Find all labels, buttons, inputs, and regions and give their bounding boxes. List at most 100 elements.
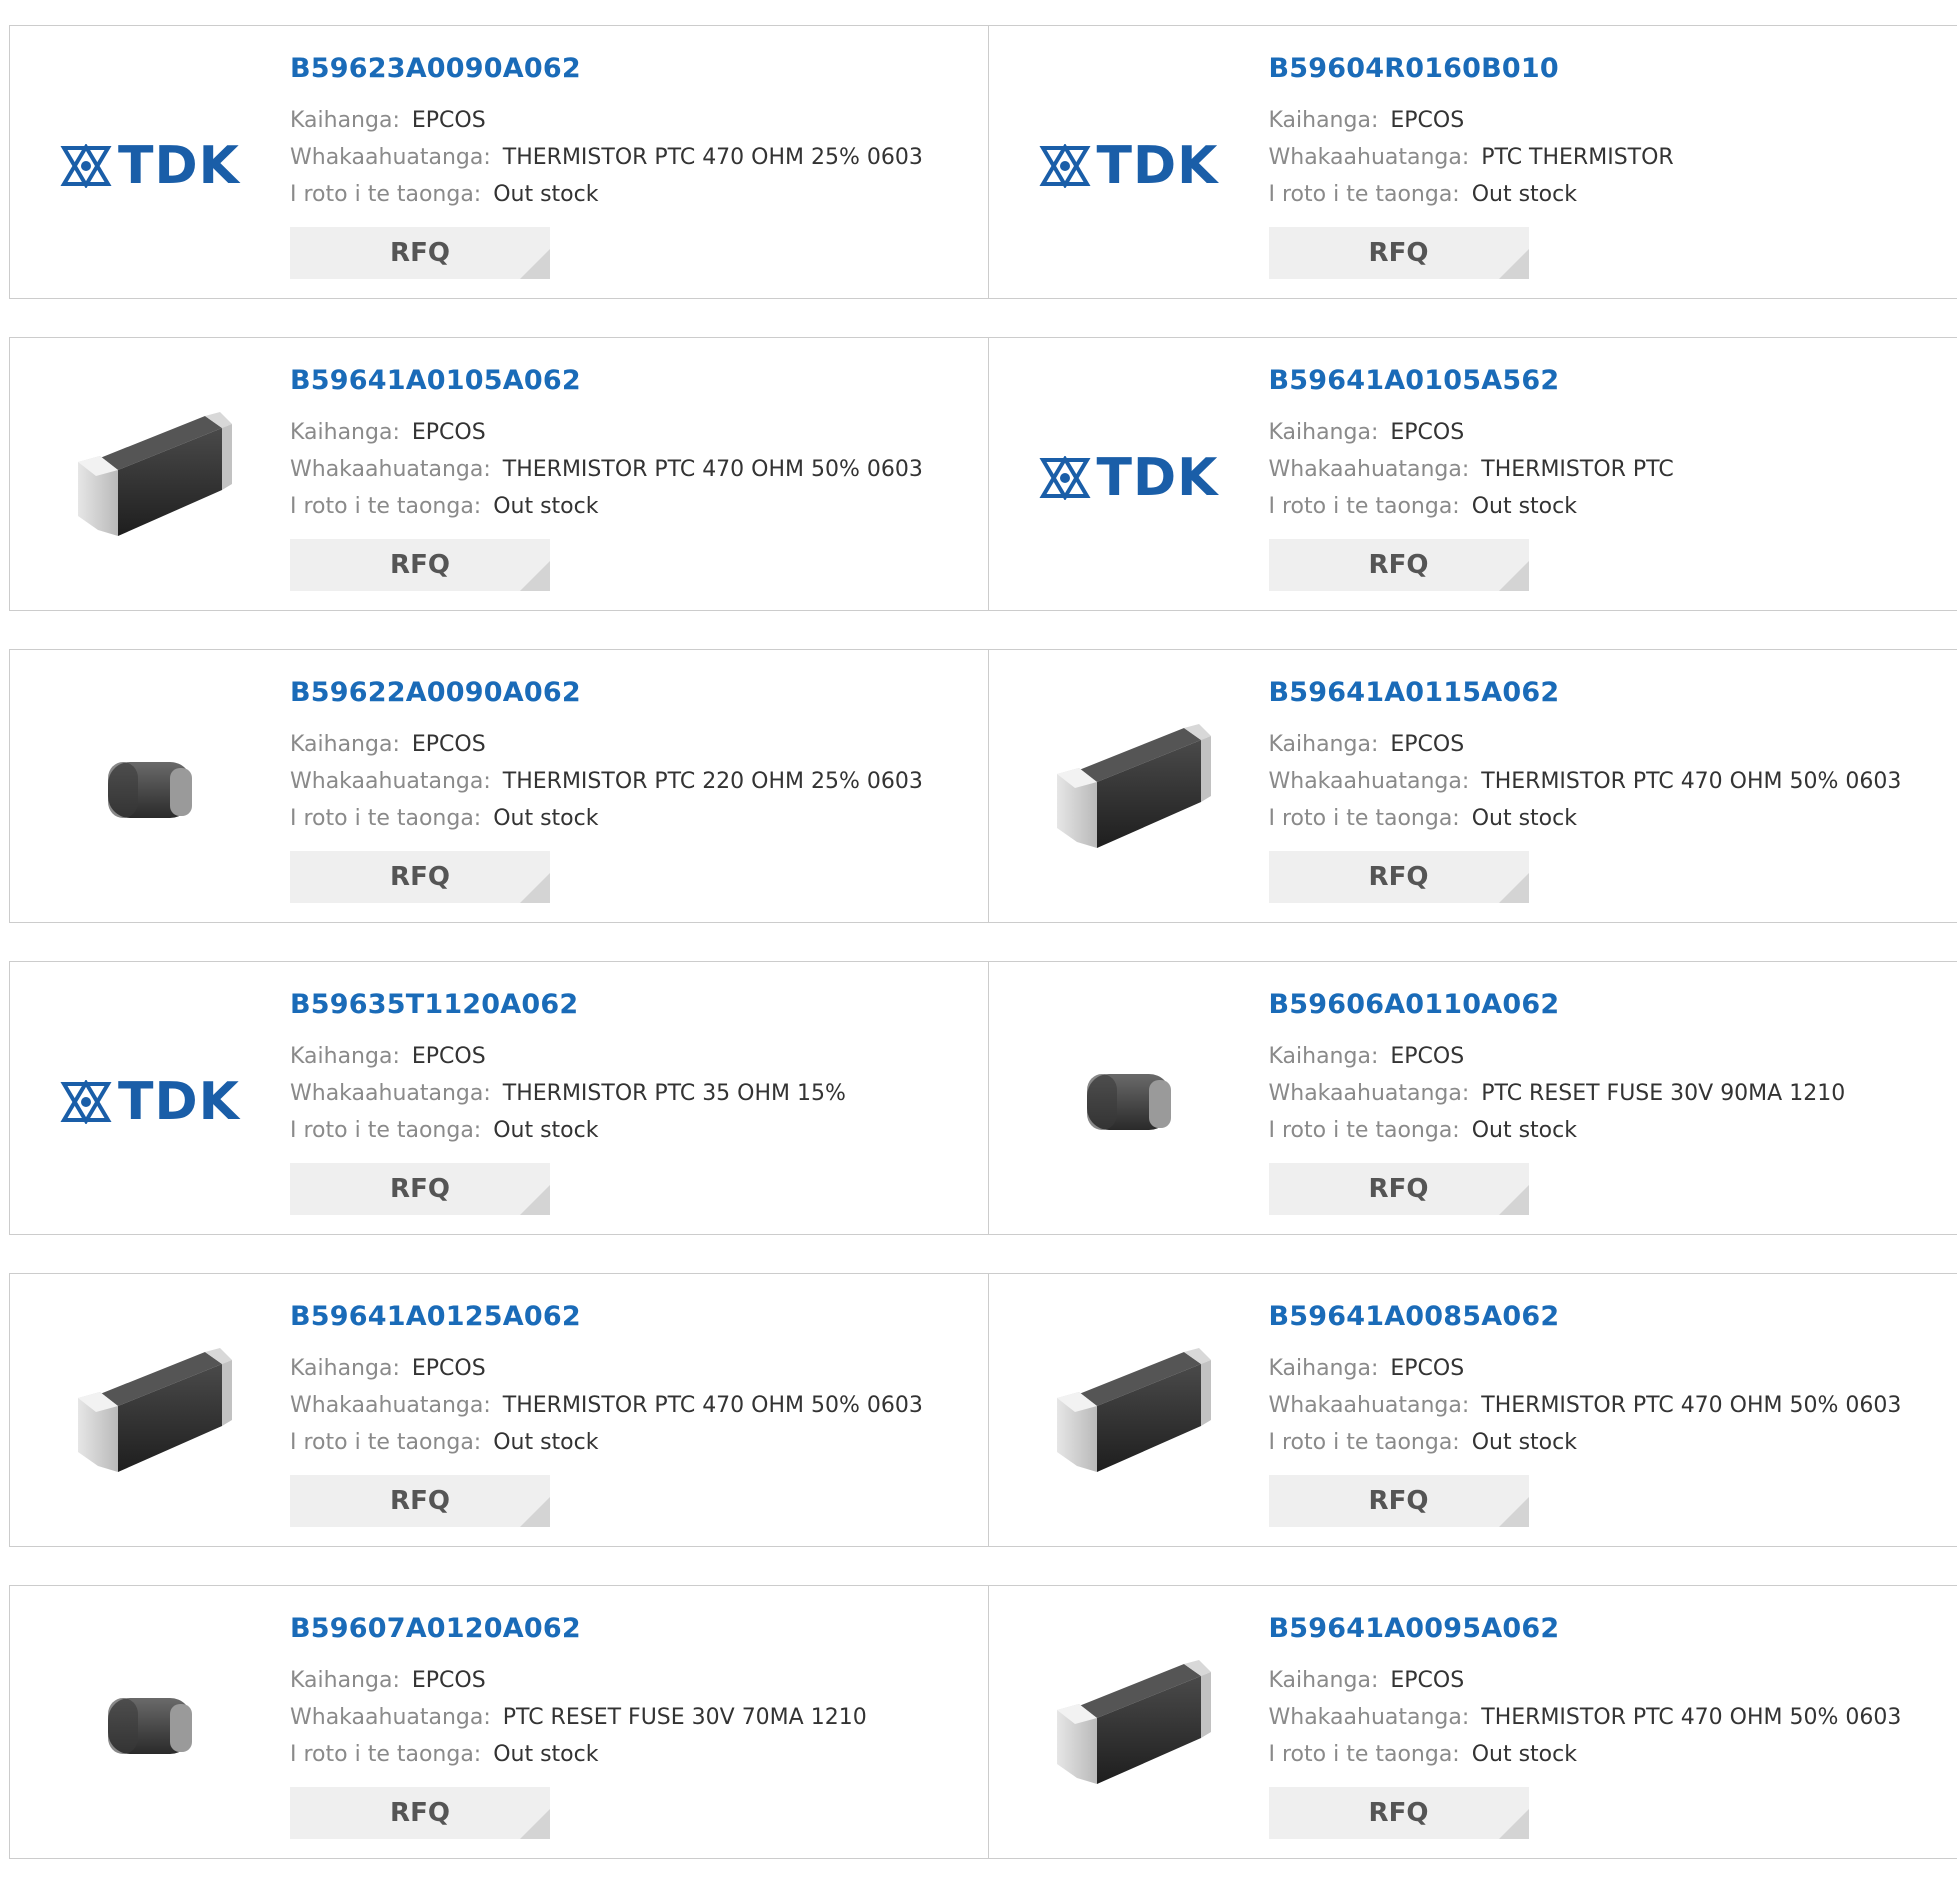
manufacturer-label: Kaihanga:: [1269, 732, 1379, 757]
product-card: B59606A0110A062 Kaihanga:EPCOS Whakaahua…: [989, 962, 1957, 1234]
rfq-button[interactable]: RFQ: [1269, 539, 1529, 591]
rfq-button[interactable]: RFQ: [1269, 1787, 1529, 1839]
stock-label: I roto i te taonga:: [1269, 1742, 1460, 1767]
product-image[interactable]: TDK: [1029, 66, 1229, 266]
rfq-label: RFQ: [390, 1486, 450, 1516]
rfq-button[interactable]: RFQ: [1269, 1163, 1529, 1215]
manufacturer-value: EPCOS: [1390, 732, 1464, 757]
tdk-logo: TDK: [1039, 448, 1219, 508]
stock-label: I roto i te taonga:: [1269, 1430, 1460, 1455]
button-corner-decoration: [520, 873, 550, 903]
product-image[interactable]: TDK: [1029, 378, 1229, 578]
button-corner-decoration: [1499, 873, 1529, 903]
tdk-triangle-icon: [1039, 456, 1091, 500]
product-image[interactable]: [1029, 1626, 1229, 1826]
button-corner-decoration: [520, 1497, 550, 1527]
part-number-link[interactable]: B59641A0115A062: [1269, 678, 1902, 708]
product-card: B59641A0095A062 Kaihanga:EPCOS Whakaahua…: [989, 1586, 1957, 1858]
product-row: B59641A0125A062 Kaihanga:EPCOS Whakaahua…: [9, 1273, 1957, 1547]
stock-label: I roto i te taonga:: [1269, 1118, 1460, 1143]
stock-label: I roto i te taonga:: [1269, 182, 1460, 207]
part-number-link[interactable]: B59641A0085A062: [1269, 1302, 1902, 1332]
product-image[interactable]: TDK: [50, 1002, 250, 1202]
part-number-link[interactable]: B59641A0125A062: [290, 1302, 923, 1332]
smd-chip-long-image: [1039, 1646, 1219, 1806]
product-info: B59641A0085A062 Kaihanga:EPCOS Whakaahua…: [1269, 1302, 1902, 1527]
description-value: THERMISTOR PTC 470 OHM 50% 0603: [503, 457, 923, 482]
rfq-button[interactable]: RFQ: [290, 539, 550, 591]
description-value: THERMISTOR PTC 220 OHM 25% 0603: [503, 769, 923, 794]
part-number-link[interactable]: B59606A0110A062: [1269, 990, 1846, 1020]
rfq-button[interactable]: RFQ: [1269, 227, 1529, 279]
manufacturer-line: Kaihanga:EPCOS: [1269, 1350, 1902, 1387]
manufacturer-line: Kaihanga:EPCOS: [1269, 1038, 1846, 1075]
description-label: Whakaahuatanga:: [290, 457, 491, 482]
product-image[interactable]: [1029, 690, 1229, 890]
product-image[interactable]: [1029, 1002, 1229, 1202]
part-number-link[interactable]: B59641A0105A062: [290, 366, 923, 396]
product-info: B59622A0090A062 Kaihanga:EPCOS Whakaahua…: [290, 678, 923, 903]
part-number-link[interactable]: B59641A0095A062: [1269, 1614, 1902, 1644]
product-image[interactable]: TDK: [50, 66, 250, 266]
description-line: Whakaahuatanga:PTC RESET FUSE 30V 90MA 1…: [1269, 1075, 1846, 1112]
rfq-button[interactable]: RFQ: [1269, 851, 1529, 903]
stock-label: I roto i te taonga:: [290, 1118, 481, 1143]
stock-value: Out stock: [493, 806, 598, 831]
manufacturer-value: EPCOS: [1390, 108, 1464, 133]
stock-value: Out stock: [1472, 182, 1577, 207]
rfq-button[interactable]: RFQ: [290, 227, 550, 279]
stock-line: I roto i te taonga:Out stock: [290, 176, 923, 213]
product-info: B59607A0120A062 Kaihanga:EPCOS Whakaahua…: [290, 1614, 867, 1839]
product-card: B59641A0085A062 Kaihanga:EPCOS Whakaahua…: [989, 1274, 1957, 1546]
product-row: TDK B59635T1120A062 Kaihanga:EPCOS Whaka…: [9, 961, 1957, 1235]
description-value: THERMISTOR PTC 470 OHM 50% 0603: [1481, 1705, 1901, 1730]
rfq-button[interactable]: RFQ: [1269, 1475, 1529, 1527]
product-image[interactable]: [50, 1626, 250, 1826]
part-number-link[interactable]: B59641A0105A562: [1269, 366, 1674, 396]
product-image[interactable]: [50, 378, 250, 578]
tdk-logo-text: TDK: [118, 136, 240, 196]
rfq-button[interactable]: RFQ: [290, 1787, 550, 1839]
manufacturer-label: Kaihanga:: [290, 420, 400, 445]
button-corner-decoration: [520, 1809, 550, 1839]
tdk-logo-text: TDK: [118, 1072, 240, 1132]
stock-value: Out stock: [1472, 494, 1577, 519]
product-info: B59623A0090A062 Kaihanga:EPCOS Whakaahua…: [290, 54, 923, 279]
stock-label: I roto i te taonga:: [290, 806, 481, 831]
smd-chip-small-image: [90, 1676, 210, 1776]
manufacturer-value: EPCOS: [1390, 420, 1464, 445]
part-number-link[interactable]: B59622A0090A062: [290, 678, 923, 708]
rfq-label: RFQ: [1369, 862, 1429, 892]
tdk-logo-text: TDK: [1097, 448, 1219, 508]
smd-chip-small-image: [90, 740, 210, 840]
description-label: Whakaahuatanga:: [1269, 457, 1470, 482]
product-card: B59607A0120A062 Kaihanga:EPCOS Whakaahua…: [10, 1586, 989, 1858]
product-info: B59604R0160B010 Kaihanga:EPCOS Whakaahua…: [1269, 54, 1674, 279]
tdk-logo: TDK: [60, 1072, 240, 1132]
stock-value: Out stock: [1472, 1430, 1577, 1455]
stock-line: I roto i te taonga: Out stock: [1269, 1424, 1902, 1461]
product-image[interactable]: [1029, 1314, 1229, 1514]
manufacturer-label: Kaihanga:: [290, 1356, 400, 1381]
manufacturer-line: Kaihanga:EPCOS: [290, 726, 923, 763]
part-number-link[interactable]: B59635T1120A062: [290, 990, 846, 1020]
rfq-button[interactable]: RFQ: [290, 1475, 550, 1527]
description-value: PTC RESET FUSE 30V 70MA 1210: [503, 1705, 867, 1730]
description-line: Whakaahuatanga:THERMISTOR PTC: [1269, 451, 1674, 488]
product-image[interactable]: [50, 690, 250, 890]
rfq-button[interactable]: RFQ: [290, 851, 550, 903]
description-line: Whakaahuatanga:THERMISTOR PTC 35 OHM 15%: [290, 1075, 846, 1112]
part-number-link[interactable]: B59623A0090A062: [290, 54, 923, 84]
description-label: Whakaahuatanga:: [290, 145, 491, 170]
rfq-label: RFQ: [390, 550, 450, 580]
manufacturer-value: EPCOS: [412, 420, 486, 445]
rfq-label: RFQ: [390, 1174, 450, 1204]
description-label: Whakaahuatanga:: [290, 1393, 491, 1418]
rfq-button[interactable]: RFQ: [290, 1163, 550, 1215]
part-number-link[interactable]: B59604R0160B010: [1269, 54, 1674, 84]
manufacturer-line: Kaihanga:EPCOS: [290, 1662, 867, 1699]
part-number-link[interactable]: B59607A0120A062: [290, 1614, 867, 1644]
product-image[interactable]: [50, 1314, 250, 1514]
product-info: B59641A0115A062 Kaihanga:EPCOS Whakaahua…: [1269, 678, 1902, 903]
manufacturer-label: Kaihanga:: [290, 732, 400, 757]
